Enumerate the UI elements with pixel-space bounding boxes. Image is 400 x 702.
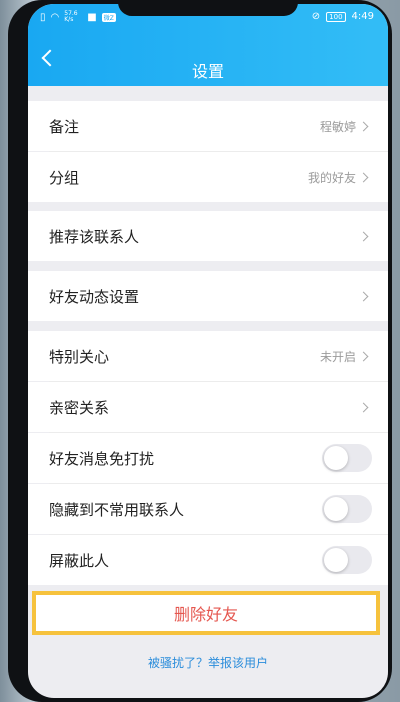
network-speed: 57.6 K/s bbox=[64, 10, 78, 23]
row-intimate-relation[interactable]: 亲密关系 bbox=[28, 382, 388, 432]
sim-icon: ▯ bbox=[40, 11, 46, 23]
row-recommend-contact[interactable]: 推荐该联系人 bbox=[28, 211, 388, 261]
row-value: 我的好友 bbox=[307, 170, 356, 185]
chevron-right-icon bbox=[358, 402, 369, 412]
do-not-disturb-toggle[interactable] bbox=[322, 444, 372, 472]
camera-notch bbox=[118, 4, 298, 16]
chevron-right-icon bbox=[358, 231, 369, 241]
app-header: ▯ ◠ 57.6 K/s ■ 微Z ⊘ 100 4:49 设置 bbox=[28, 4, 388, 86]
clock: 4:49 bbox=[351, 11, 374, 22]
chevron-right-icon bbox=[358, 121, 369, 131]
screen: ▯ ◠ 57.6 K/s ■ 微Z ⊘ 100 4:49 设置 备注 程敏婷 分… bbox=[28, 4, 388, 698]
row-special-care[interactable]: 特别关心 未开启 bbox=[28, 331, 388, 381]
row-label: 备注 bbox=[49, 117, 80, 136]
chevron-right-icon bbox=[358, 291, 369, 301]
row-remark[interactable]: 备注 程敏婷 bbox=[28, 101, 388, 151]
report-user-link[interactable]: 被骚扰了？举报该用户 bbox=[28, 654, 388, 671]
battery-icon: 100 bbox=[326, 11, 346, 22]
mute-icon: ⊘ bbox=[311, 11, 321, 22]
row-value: 程敏婷 bbox=[319, 119, 356, 134]
row-label: 亲密关系 bbox=[49, 398, 110, 417]
row-do-not-disturb: 好友消息免打扰 bbox=[28, 433, 388, 483]
block-user-toggle[interactable] bbox=[322, 546, 372, 574]
row-label: 好友消息免打扰 bbox=[49, 449, 155, 468]
row-value: 未开启 bbox=[319, 349, 356, 364]
row-label: 好友动态设置 bbox=[49, 287, 140, 306]
row-label: 特别关心 bbox=[49, 347, 110, 366]
phone-body: ▯ ◠ 57.6 K/s ■ 微Z ⊘ 100 4:49 设置 备注 程敏婷 分… bbox=[8, 0, 392, 702]
status-right: ⊘ 100 4:49 bbox=[312, 11, 374, 22]
delete-friend-button[interactable]: 删除好友 bbox=[32, 591, 380, 635]
row-label: 隐藏到不常用联系人 bbox=[49, 500, 185, 519]
row-hide-contact: 隐藏到不常用联系人 bbox=[28, 484, 388, 534]
status-left: ▯ ◠ 57.6 K/s ■ 微Z bbox=[40, 11, 116, 23]
hide-contact-toggle[interactable] bbox=[322, 495, 372, 523]
row-friend-feed-settings[interactable]: 好友动态设置 bbox=[28, 271, 388, 321]
notification-icon: ■ bbox=[87, 11, 97, 23]
row-block-user: 屏蔽此人 bbox=[28, 535, 388, 585]
row-label: 屏蔽此人 bbox=[49, 551, 110, 570]
chevron-right-icon bbox=[358, 351, 369, 361]
chevron-right-icon bbox=[358, 172, 369, 182]
app-badge-icon: 微Z bbox=[101, 12, 116, 22]
status-bar: ▯ ◠ 57.6 K/s ■ 微Z ⊘ 100 4:49 bbox=[28, 4, 388, 30]
row-label: 推荐该联系人 bbox=[49, 227, 140, 246]
page-title: 设置 bbox=[191, 62, 224, 81]
wifi-icon: ◠ bbox=[50, 11, 60, 23]
row-group[interactable]: 分组 我的好友 bbox=[28, 152, 388, 202]
row-label: 分组 bbox=[49, 168, 80, 187]
